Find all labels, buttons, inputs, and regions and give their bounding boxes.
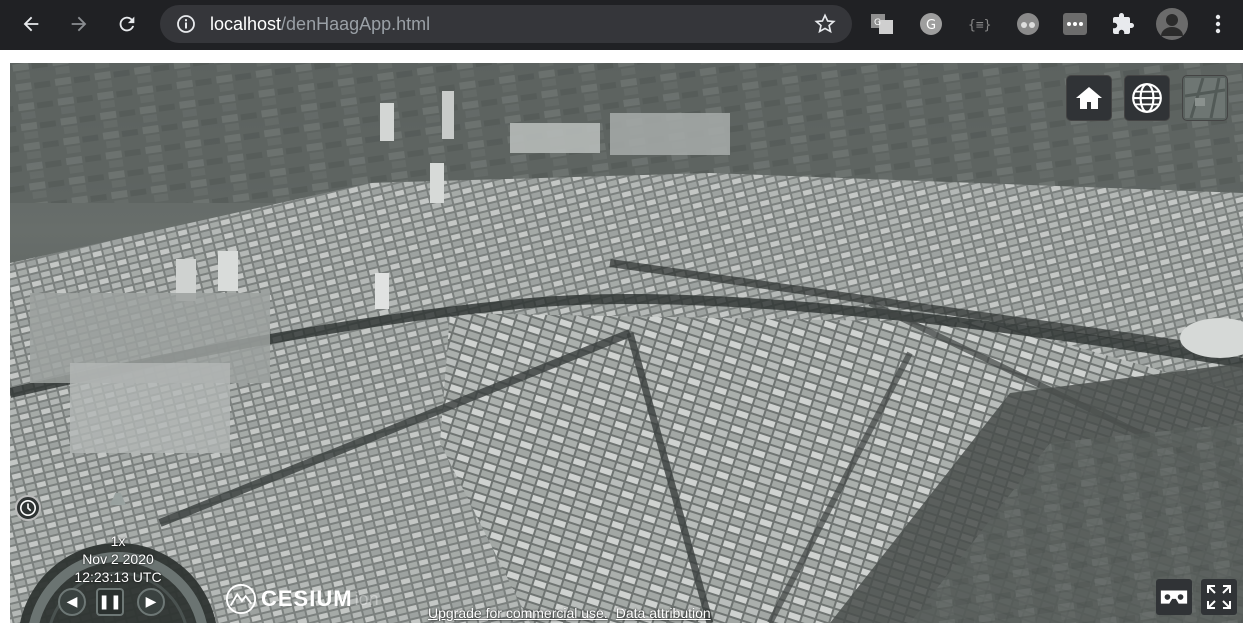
svg-text:{≡}: {≡} xyxy=(968,18,991,33)
globe-icon xyxy=(1132,83,1162,113)
reload-icon xyxy=(119,16,135,32)
forward-button[interactable] xyxy=(62,7,96,41)
browser-toolbar: localhost/denHaagApp.html G G {≡} xyxy=(0,0,1243,50)
dots-extension-icon[interactable] xyxy=(1062,11,1088,37)
cesium-viewer[interactable]: 1x Nov 2 2020 12:23:13 UTC ◀ ❚❚ ▶ CESIUM… xyxy=(10,63,1243,623)
kebab-menu-icon[interactable] xyxy=(1205,11,1231,37)
play-reverse-icon: ◀ xyxy=(66,594,78,610)
profile-avatar[interactable] xyxy=(1155,7,1189,41)
pause-icon: ❚❚ xyxy=(98,594,122,610)
fullscreen-icon xyxy=(1207,585,1231,609)
puzzle-icon[interactable] xyxy=(1110,11,1136,37)
json-icon[interactable]: {≡} xyxy=(967,11,993,37)
reload-button[interactable] xyxy=(110,7,144,41)
realtime-clock-button[interactable] xyxy=(15,495,41,521)
animation-time: 12:23:13 UTC xyxy=(74,569,162,585)
play-reverse-button[interactable]: ◀ xyxy=(58,588,86,616)
cesium-logo[interactable]: CESIUM ion xyxy=(225,583,379,615)
grammarly-icon[interactable]: G xyxy=(918,11,944,37)
cesium-logo-suffix: ion xyxy=(354,588,379,609)
cesium-logo-icon xyxy=(225,583,257,615)
credits-bar: Upgrade for commercial use. Data attribut… xyxy=(428,605,719,621)
pause-button[interactable]: ❚❚ xyxy=(96,588,124,616)
vr-headset-icon xyxy=(1160,590,1188,604)
imagery-picker[interactable] xyxy=(1182,75,1228,121)
svg-text:G: G xyxy=(874,18,881,28)
scene-mode-button[interactable] xyxy=(1124,75,1170,121)
back-button[interactable] xyxy=(14,7,48,41)
clock-icon xyxy=(19,499,37,517)
play-forward-button[interactable]: ▶ xyxy=(137,588,165,616)
translate-icon[interactable]: G xyxy=(869,11,895,37)
home-icon xyxy=(1076,87,1102,109)
address-bar[interactable]: localhost/denHaagApp.html xyxy=(160,5,852,43)
info-icon[interactable] xyxy=(176,14,196,34)
animation-date: Nov 2 2020 xyxy=(82,551,154,567)
forward-icon xyxy=(71,16,87,32)
spy-icon[interactable] xyxy=(1015,11,1041,37)
url-host: localhost xyxy=(210,13,282,34)
url-text: localhost/denHaagApp.html xyxy=(210,14,430,35)
home-button[interactable] xyxy=(1066,75,1112,121)
url-path: /denHaagApp.html xyxy=(281,13,431,34)
back-icon xyxy=(23,16,39,32)
bookmark-star-icon[interactable] xyxy=(814,13,836,35)
upgrade-link[interactable]: Upgrade for commercial use. xyxy=(428,605,608,621)
svg-text:G: G xyxy=(926,18,936,33)
cesium-logo-text: CESIUM xyxy=(261,586,353,611)
vr-button[interactable] xyxy=(1156,579,1192,615)
fullscreen-button[interactable] xyxy=(1201,579,1237,615)
play-forward-icon: ▶ xyxy=(145,594,157,610)
animation-speed: 1x xyxy=(110,533,126,549)
data-attribution-link[interactable]: Data attribution xyxy=(616,605,711,621)
